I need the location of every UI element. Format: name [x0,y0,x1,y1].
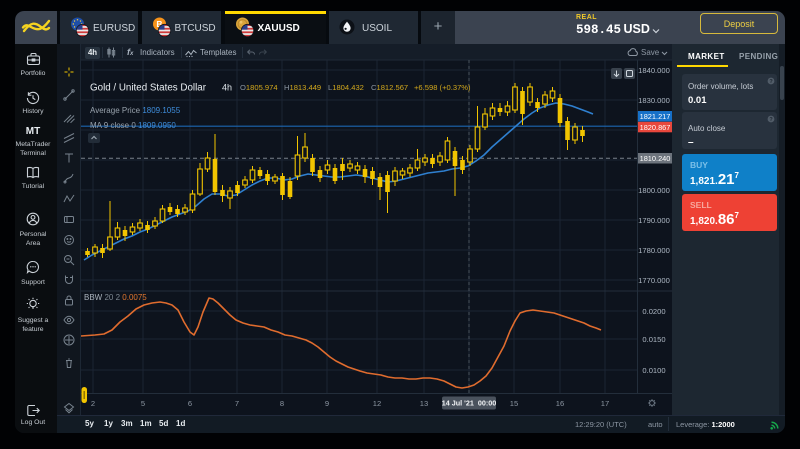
svg-text:0.0150: 0.0150 [642,335,665,344]
svg-text:16: 16 [556,399,564,408]
svg-text:MA 9 close 0 1809.0950: MA 9 close 0 1809.0950 [90,121,176,130]
svg-text:2: 2 [91,399,95,408]
svg-text:13: 13 [420,399,428,408]
svg-text:H1813.449: H1813.449 [284,83,321,92]
svg-text:0.0200: 0.0200 [642,307,665,316]
svg-text:1800.000: 1800.000 [638,186,670,195]
svg-text:1821.217: 1821.217 [640,112,671,121]
svg-text:1840.000: 1840.000 [638,66,670,75]
svg-text:O1805.974: O1805.974 [240,83,278,92]
svg-text:Gold / United States Dollar: Gold / United States Dollar [90,83,207,94]
svg-text:9: 9 [325,399,329,408]
svg-text:1820.867: 1820.867 [640,123,671,132]
svg-text:C1812.567: C1812.567 [371,83,408,92]
svg-text:6: 6 [188,399,192,408]
svg-text:17: 17 [601,399,609,408]
svg-text:1810.240: 1810.240 [640,154,671,163]
svg-text:0.0100: 0.0100 [642,366,665,375]
svg-text:8: 8 [280,399,284,408]
svg-text:12: 12 [373,399,381,408]
svg-text:BBW 20 2 0.0075: BBW 20 2 0.0075 [84,293,147,302]
svg-text:5: 5 [141,399,145,408]
svg-text:4h: 4h [222,83,232,93]
svg-text:1780.000: 1780.000 [638,246,670,255]
svg-text:14 Jul '21 00:00: 14 Jul '21 00:00 [442,399,496,408]
svg-text:15: 15 [510,399,518,408]
svg-text:7: 7 [235,399,239,408]
svg-text:1770.000: 1770.000 [638,276,670,285]
svg-text:+6.598 (+0.37%): +6.598 (+0.37%) [414,83,471,92]
svg-text:1790.000: 1790.000 [638,216,670,225]
svg-text:L1804.432: L1804.432 [328,83,364,92]
svg-text:Average Price 1809.1055: Average Price 1809.1055 [90,106,181,115]
svg-text:1830.000: 1830.000 [638,96,670,105]
